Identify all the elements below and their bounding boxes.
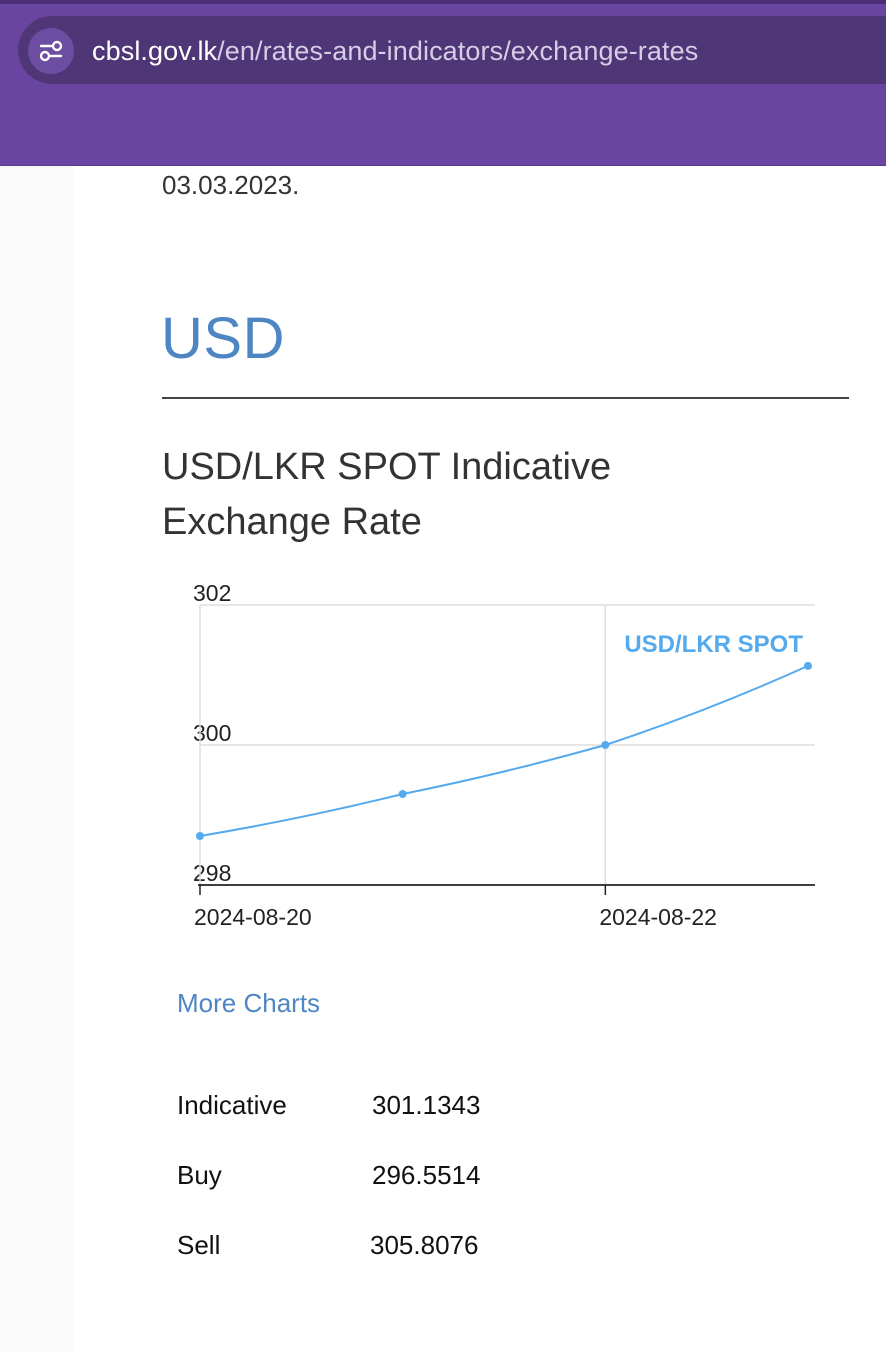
series-label: USD/LKR SPOT xyxy=(624,631,803,658)
data-point xyxy=(398,790,407,798)
rate-label: Sell xyxy=(177,1230,221,1260)
x-tick-label: 2024-08-20 xyxy=(194,904,312,930)
data-point xyxy=(601,741,610,749)
more-charts-link[interactable]: More Charts xyxy=(177,988,320,1019)
y-tick-label: 300 xyxy=(193,720,231,746)
data-point xyxy=(196,832,204,840)
exchange-rate-chart: 298 300 302 2024-08-20 2024-08-22 USD/LKR SPO… xyxy=(193,580,815,930)
y-tick-label: 298 xyxy=(193,860,231,886)
rate-value: 296.5514 xyxy=(372,1160,481,1190)
data-point xyxy=(804,661,812,670)
rate-row-buy: Buy 296.5514 xyxy=(177,1160,577,1196)
rate-label: Buy xyxy=(177,1160,222,1190)
rate-row-indicative: Indicative 301.1343 xyxy=(177,1090,577,1126)
rate-label: Indicative xyxy=(177,1090,287,1120)
x-tick-label: 2024-08-22 xyxy=(599,904,717,930)
y-tick-label: 302 xyxy=(193,580,231,606)
rate-row-sell: Sell 305.8076 xyxy=(177,1230,577,1266)
rate-value: 305.8076 xyxy=(370,1230,479,1260)
series-line xyxy=(199,664,809,837)
rate-value: 301.1343 xyxy=(372,1090,481,1120)
